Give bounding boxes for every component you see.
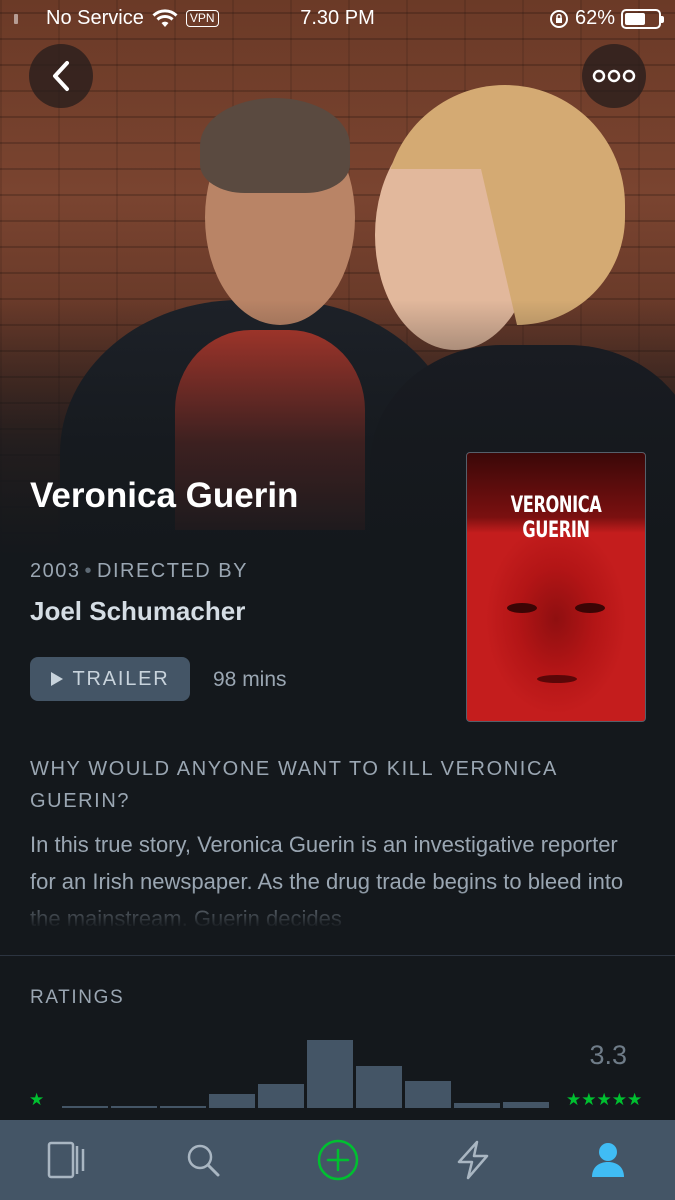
histogram-bar [356,1066,402,1108]
directed-by-label: DIRECTED BY [97,560,248,582]
poster-title: VERONICA GUERIN [510,493,602,543]
film-poster[interactable]: VERONICA GUERIN [466,452,646,722]
play-icon [51,672,64,686]
status-bar: No Service VPN 7.30 PM 62% [0,0,675,38]
low-star-icon: ★ [29,1090,45,1109]
backdrop-hair-left [200,98,350,193]
histogram-bar [405,1081,451,1108]
average-rating: 3.3 [589,1040,627,1070]
search-icon [187,1144,219,1177]
histogram-bar [258,1084,304,1108]
release-year[interactable]: 2003 [30,560,81,582]
ratings-heading: RATINGS [30,987,125,1008]
battery-percent: 62% [574,7,615,29]
chevron-left-icon [53,61,69,91]
tab-add[interactable] [308,1130,368,1190]
tab-films[interactable] [38,1130,98,1190]
histogram-bar [307,1040,353,1108]
poster-eye-left [507,603,537,613]
section-divider [0,955,675,956]
poster-eye-right [575,603,605,613]
poster-mouth [537,675,577,683]
trailer-label: TRAILER [72,667,170,690]
histogram-bar [62,1106,108,1108]
more-dots-icon [592,69,636,83]
director-name[interactable]: Joel Schumacher [30,596,245,627]
back-button[interactable] [29,44,93,108]
battery-icon [621,8,664,29]
tab-bar [0,1120,675,1200]
films-icon [47,1141,84,1179]
histogram-bar [209,1094,255,1108]
orientation-lock-icon [549,9,568,28]
synopsis-fade [0,888,675,928]
activity-icon [457,1140,488,1180]
histogram-bar [503,1102,549,1108]
more-options-button[interactable] [582,44,646,108]
film-title: Veronica Guerin [30,476,299,515]
profile-icon [591,1143,624,1177]
histogram-bar [111,1106,157,1108]
add-icon [317,1139,358,1181]
film-tagline: WHY WOULD ANYONE WANT TO KILL VERONICA G… [30,758,557,812]
tab-profile[interactable] [578,1130,638,1190]
trailer-button[interactable]: TRAILER [30,657,190,701]
battery-level [625,12,645,25]
high-stars-icon: ★★★★★ [566,1090,643,1109]
ratings-histogram[interactable] [62,1030,549,1108]
histogram-bar [454,1103,500,1108]
runtime: 98 mins [213,668,287,691]
histogram-bar [160,1106,206,1108]
film-meta: 2003 • DIRECTED BY [30,560,248,582]
tab-activity[interactable] [443,1130,503,1190]
tab-search[interactable] [173,1130,233,1190]
